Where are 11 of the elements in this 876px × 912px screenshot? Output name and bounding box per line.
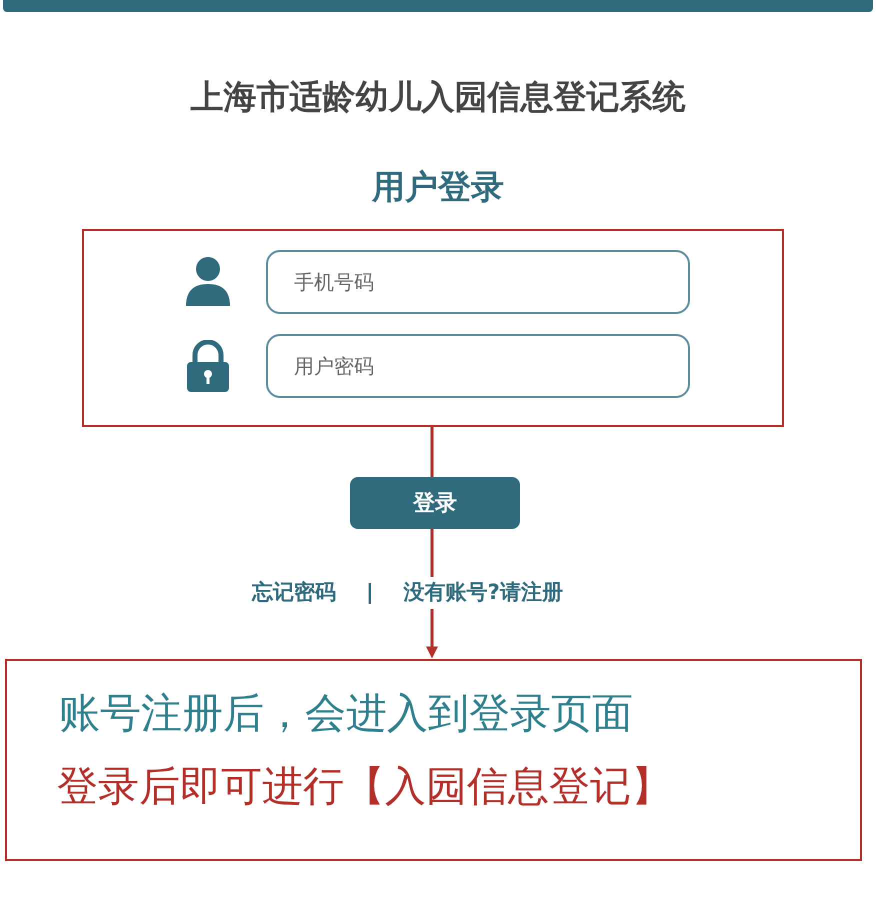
- user-icon: [184, 256, 232, 308]
- lock-icon: [184, 340, 232, 392]
- password-field[interactable]: 用户密码: [266, 334, 690, 398]
- system-title: 上海市适龄幼儿入园信息登记系统: [190, 76, 686, 118]
- phone-field[interactable]: 手机号码: [266, 250, 690, 314]
- separator: |: [366, 579, 374, 606]
- annotation-text: 账号注册后，会进入到登录页面: [59, 688, 634, 738]
- annotation-text: 登录后即可进行【入园信息登记】: [57, 762, 673, 811]
- login-heading: 用户登录: [370, 166, 505, 208]
- login-button[interactable]: 登录: [350, 477, 520, 529]
- text-link[interactable]: 没有账号?请注册: [404, 577, 563, 608]
